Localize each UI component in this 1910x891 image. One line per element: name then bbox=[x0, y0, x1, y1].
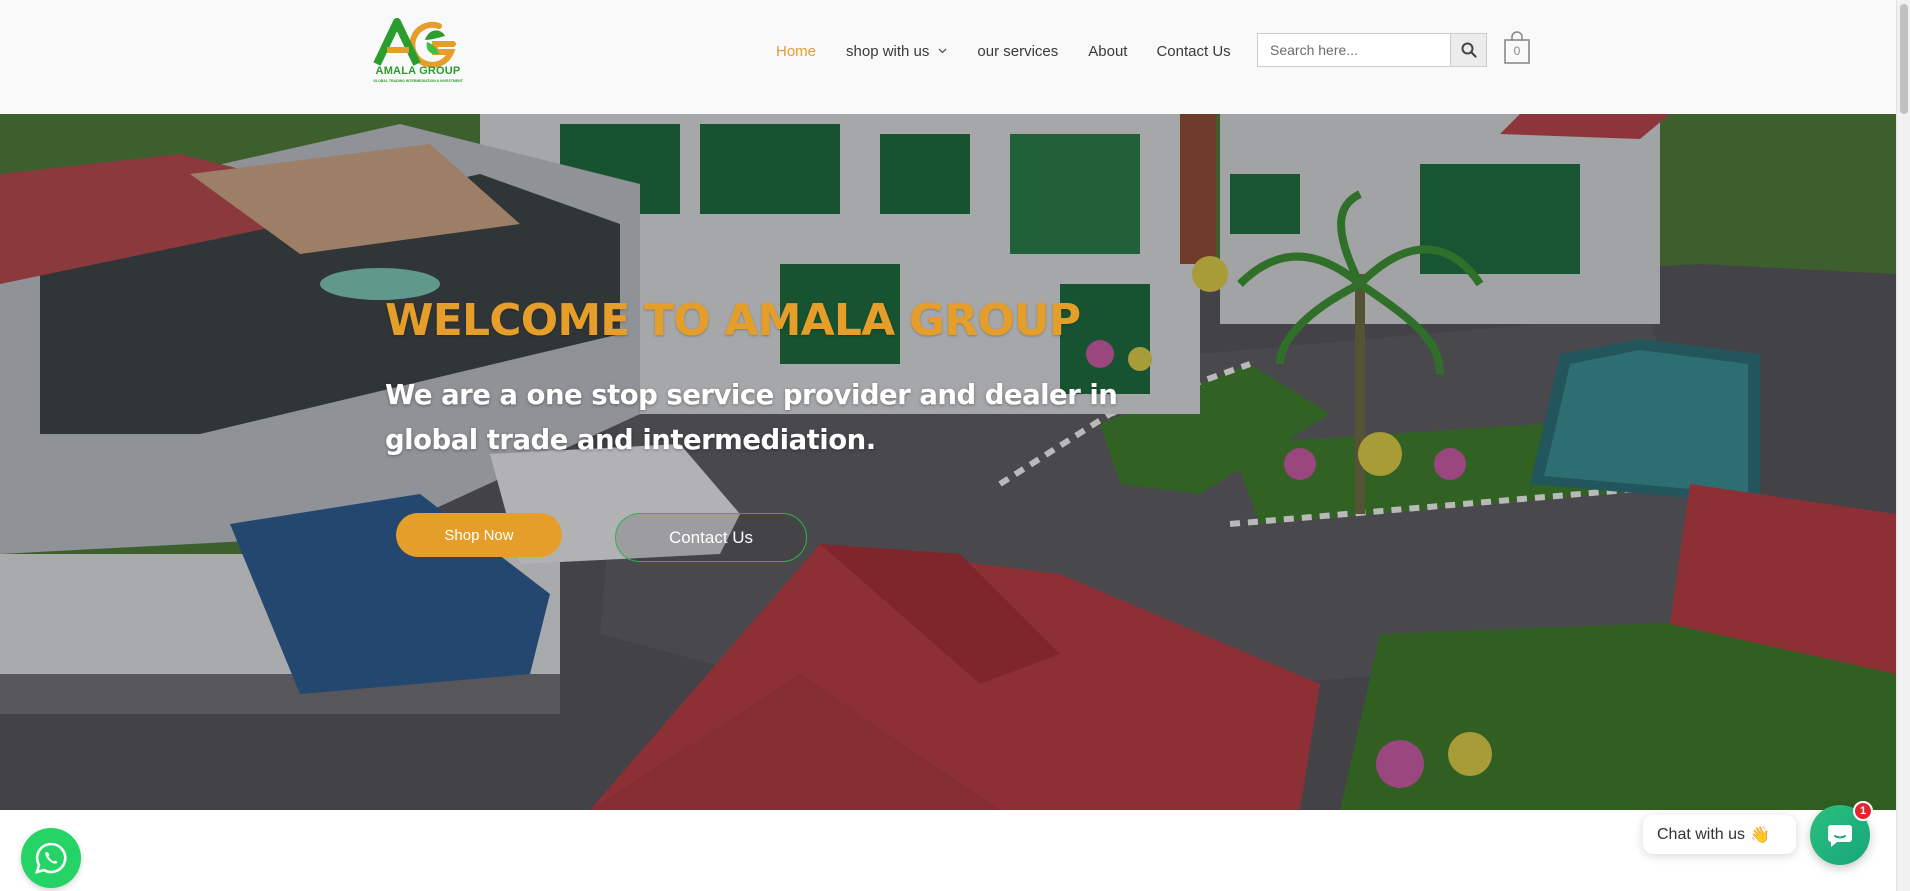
chat-bubble-icon bbox=[1828, 825, 1852, 847]
cart-count: 0 bbox=[1513, 44, 1521, 58]
chevron-down-icon bbox=[938, 41, 947, 58]
nav-item-label: shop with us bbox=[846, 42, 930, 60]
nav-item-about[interactable]: About bbox=[1088, 43, 1127, 60]
search-box bbox=[1257, 33, 1487, 67]
chat-prompt-text: Chat with us bbox=[1657, 825, 1746, 843]
search-icon bbox=[1461, 42, 1477, 58]
nav-item-shop-with-us[interactable]: shop with us bbox=[846, 43, 947, 60]
whatsapp-icon bbox=[35, 842, 67, 874]
nav-item-label: Home bbox=[776, 42, 817, 60]
hero-title: WELCOME TO AMALA GROUP bbox=[385, 295, 1081, 346]
search-input[interactable] bbox=[1258, 34, 1452, 66]
waving-hand-icon: 👋 bbox=[1750, 826, 1770, 844]
cart-button[interactable]: 0 bbox=[1503, 30, 1531, 66]
whatsapp-button[interactable] bbox=[21, 828, 81, 888]
shop-now-button[interactable]: Shop Now bbox=[396, 513, 562, 557]
hero-subtitle: We are a one stop service provider and d… bbox=[385, 379, 1118, 456]
brand-logo[interactable]: AMALA GROUP GLOBAL TRADING INTERMEDIATIO… bbox=[369, 18, 467, 86]
nav-item-label: Contact Us bbox=[1156, 42, 1231, 60]
brand-name: AMALA GROUP bbox=[375, 65, 461, 77]
page-scrollbar[interactable] bbox=[1896, 0, 1910, 891]
contact-us-button[interactable]: Contact Us bbox=[615, 513, 807, 562]
chat-prompt-bubble[interactable]: Chat with us 👋 bbox=[1643, 815, 1796, 854]
nav-item-home[interactable]: Home bbox=[776, 43, 816, 60]
hero-banner: WELCOME TO AMALA GROUP We are a one stop… bbox=[0, 114, 1896, 810]
nav-item-label: About bbox=[1088, 42, 1128, 60]
chat-unread-badge: 1 bbox=[1853, 801, 1873, 821]
brand-tagline: GLOBAL TRADING INTERMEDIATION & INVESTME… bbox=[373, 79, 463, 83]
nav-item-contact-us[interactable]: Contact Us bbox=[1156, 43, 1230, 60]
search-button[interactable] bbox=[1450, 34, 1486, 66]
scrollbar-thumb[interactable] bbox=[1900, 4, 1908, 114]
site-header: AMALA GROUP GLOBAL TRADING INTERMEDIATIO… bbox=[0, 0, 1896, 115]
nav-item-label: our services bbox=[977, 42, 1059, 60]
ag-leaf-logo-icon bbox=[373, 18, 456, 68]
nav-item-our-services[interactable]: our services bbox=[977, 43, 1058, 60]
main-nav: Home shop with us our services About Con… bbox=[776, 40, 1231, 62]
